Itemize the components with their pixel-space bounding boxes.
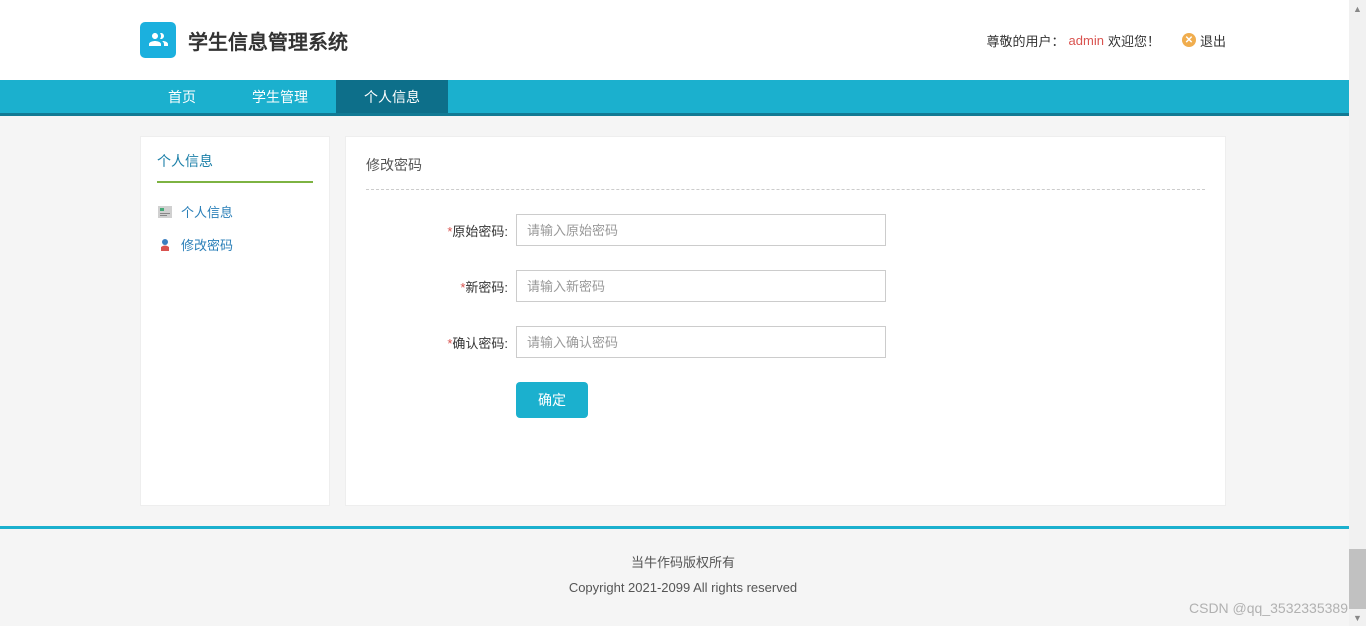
profile-icon <box>157 204 173 220</box>
content: 修改密码 *原始密码: *新密码: *确认密码: 确定 <box>345 136 1226 506</box>
watermark: CSDN @qq_3532335389 <box>1189 600 1348 616</box>
user-name: admin <box>1069 33 1104 48</box>
new-password-label: *新密码: <box>366 277 516 296</box>
form-row-confirm-password: *确认密码: <box>366 326 1205 358</box>
nav-student[interactable]: 学生管理 <box>224 80 336 113</box>
confirm-password-input[interactable] <box>516 326 886 358</box>
scroll-down-icon[interactable]: ▼ <box>1349 609 1366 626</box>
user-area: 尊敬的用户： admin 欢迎您！ ✕ 退出 <box>987 31 1226 50</box>
form-row-old-password: *原始密码: <box>366 214 1205 246</box>
password-icon <box>157 237 173 253</box>
scroll-up-icon[interactable]: ▲ <box>1349 0 1366 17</box>
button-row: 确定 <box>516 382 1205 418</box>
new-password-input[interactable] <box>516 270 886 302</box>
logout-button[interactable]: ✕ 退出 <box>1182 31 1226 50</box>
content-title: 修改密码 <box>366 155 1205 190</box>
user-suffix: 欢迎您！ <box>1108 31 1160 50</box>
sidebar-item-label: 修改密码 <box>181 235 233 254</box>
logout-icon: ✕ <box>1182 33 1196 47</box>
sidebar-item-profile[interactable]: 个人信息 <box>157 195 313 228</box>
nav-home[interactable]: 首页 <box>140 80 224 113</box>
scroll-thumb[interactable] <box>1349 549 1366 609</box>
scrollbar[interactable]: ▲ ▼ <box>1349 0 1366 626</box>
sidebar: 个人信息 个人信息 修改密码 <box>140 136 330 506</box>
sidebar-item-label: 个人信息 <box>181 202 233 221</box>
footer: 当牛作码版权所有 Copyright 2021-2099 All rights … <box>0 526 1366 622</box>
sidebar-title: 个人信息 <box>157 151 313 183</box>
nav-bar: 首页 学生管理 个人信息 <box>0 80 1366 116</box>
old-password-input[interactable] <box>516 214 886 246</box>
logo-area: 学生信息管理系统 <box>140 22 348 58</box>
form-row-new-password: *新密码: <box>366 270 1205 302</box>
submit-button[interactable]: 确定 <box>516 382 588 418</box>
sidebar-item-password[interactable]: 修改密码 <box>157 228 313 261</box>
logo-icon <box>140 22 176 58</box>
footer-copyright-1: 当牛作码版权所有 <box>0 551 1366 576</box>
user-prefix: 尊敬的用户： <box>987 31 1065 50</box>
header: 学生信息管理系统 尊敬的用户： admin 欢迎您！ ✕ 退出 <box>0 0 1366 80</box>
main: 个人信息 个人信息 修改密码 修改密码 *原始密码: *新密码: *确认密码: <box>0 116 1366 526</box>
nav-profile[interactable]: 个人信息 <box>336 80 448 113</box>
footer-copyright-2: Copyright 2021-2099 All rights reserved <box>0 576 1366 601</box>
app-title: 学生信息管理系统 <box>188 26 348 55</box>
old-password-label: *原始密码: <box>366 221 516 240</box>
confirm-password-label: *确认密码: <box>366 333 516 352</box>
logout-label: 退出 <box>1200 31 1226 50</box>
